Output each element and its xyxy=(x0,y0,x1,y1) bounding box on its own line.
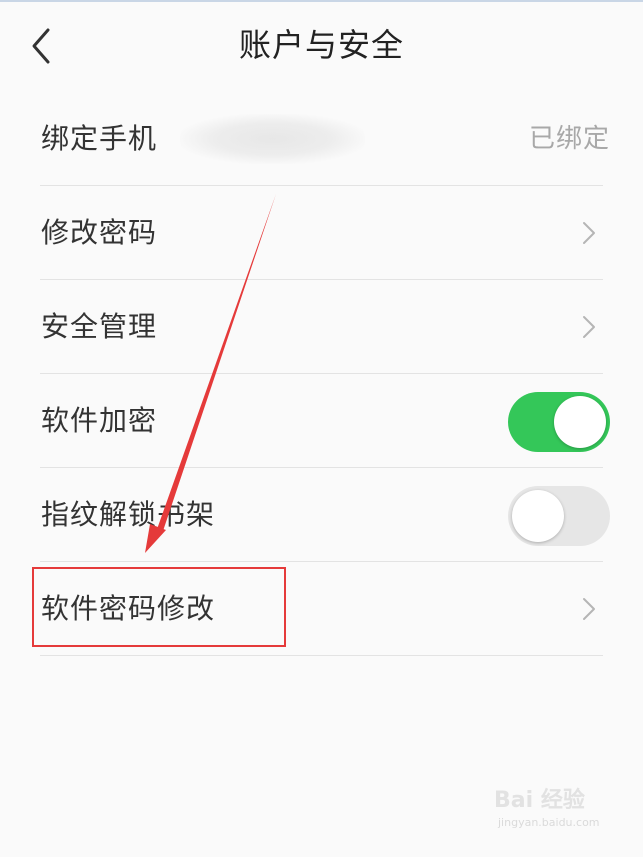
bind-status: 已绑定 xyxy=(528,124,610,154)
row-label: 软件加密 xyxy=(41,404,158,437)
watermark-url: jingyan.baidu.com xyxy=(498,816,600,829)
highlight-box xyxy=(32,567,286,647)
row-security-management[interactable]: 安全管理 xyxy=(0,280,643,374)
row-label: 修改密码 xyxy=(41,216,158,249)
software-encryption-toggle[interactable] xyxy=(508,392,610,452)
header-bar: 账户与安全 xyxy=(0,0,643,90)
chevron-right-icon xyxy=(583,316,595,338)
row-label: 指纹解锁书架 xyxy=(41,498,216,531)
row-change-password[interactable]: 修改密码 xyxy=(0,186,643,280)
baidu-jingyan-watermark: Bai 经验 jingyan.baidu.com xyxy=(494,782,612,838)
row-fingerprint-unlock: 指纹解锁书架 xyxy=(0,468,643,562)
row-label: 绑定手机 xyxy=(41,122,158,155)
chevron-right-icon xyxy=(583,598,595,620)
fingerprint-unlock-toggle[interactable] xyxy=(508,486,610,546)
page-title: 账户与安全 xyxy=(238,26,404,64)
watermark-logo-text: Bai 经验 xyxy=(494,788,585,813)
row-label: 安全管理 xyxy=(41,310,158,343)
blurred-phone-number xyxy=(180,114,365,164)
chevron-right-icon xyxy=(583,222,595,244)
toggle-knob xyxy=(512,490,564,542)
toggle-knob xyxy=(554,396,606,448)
divider xyxy=(40,655,603,656)
row-software-encryption: 软件加密 xyxy=(0,374,643,468)
row-bind-phone[interactable]: 绑定手机 已绑定 xyxy=(0,92,643,186)
